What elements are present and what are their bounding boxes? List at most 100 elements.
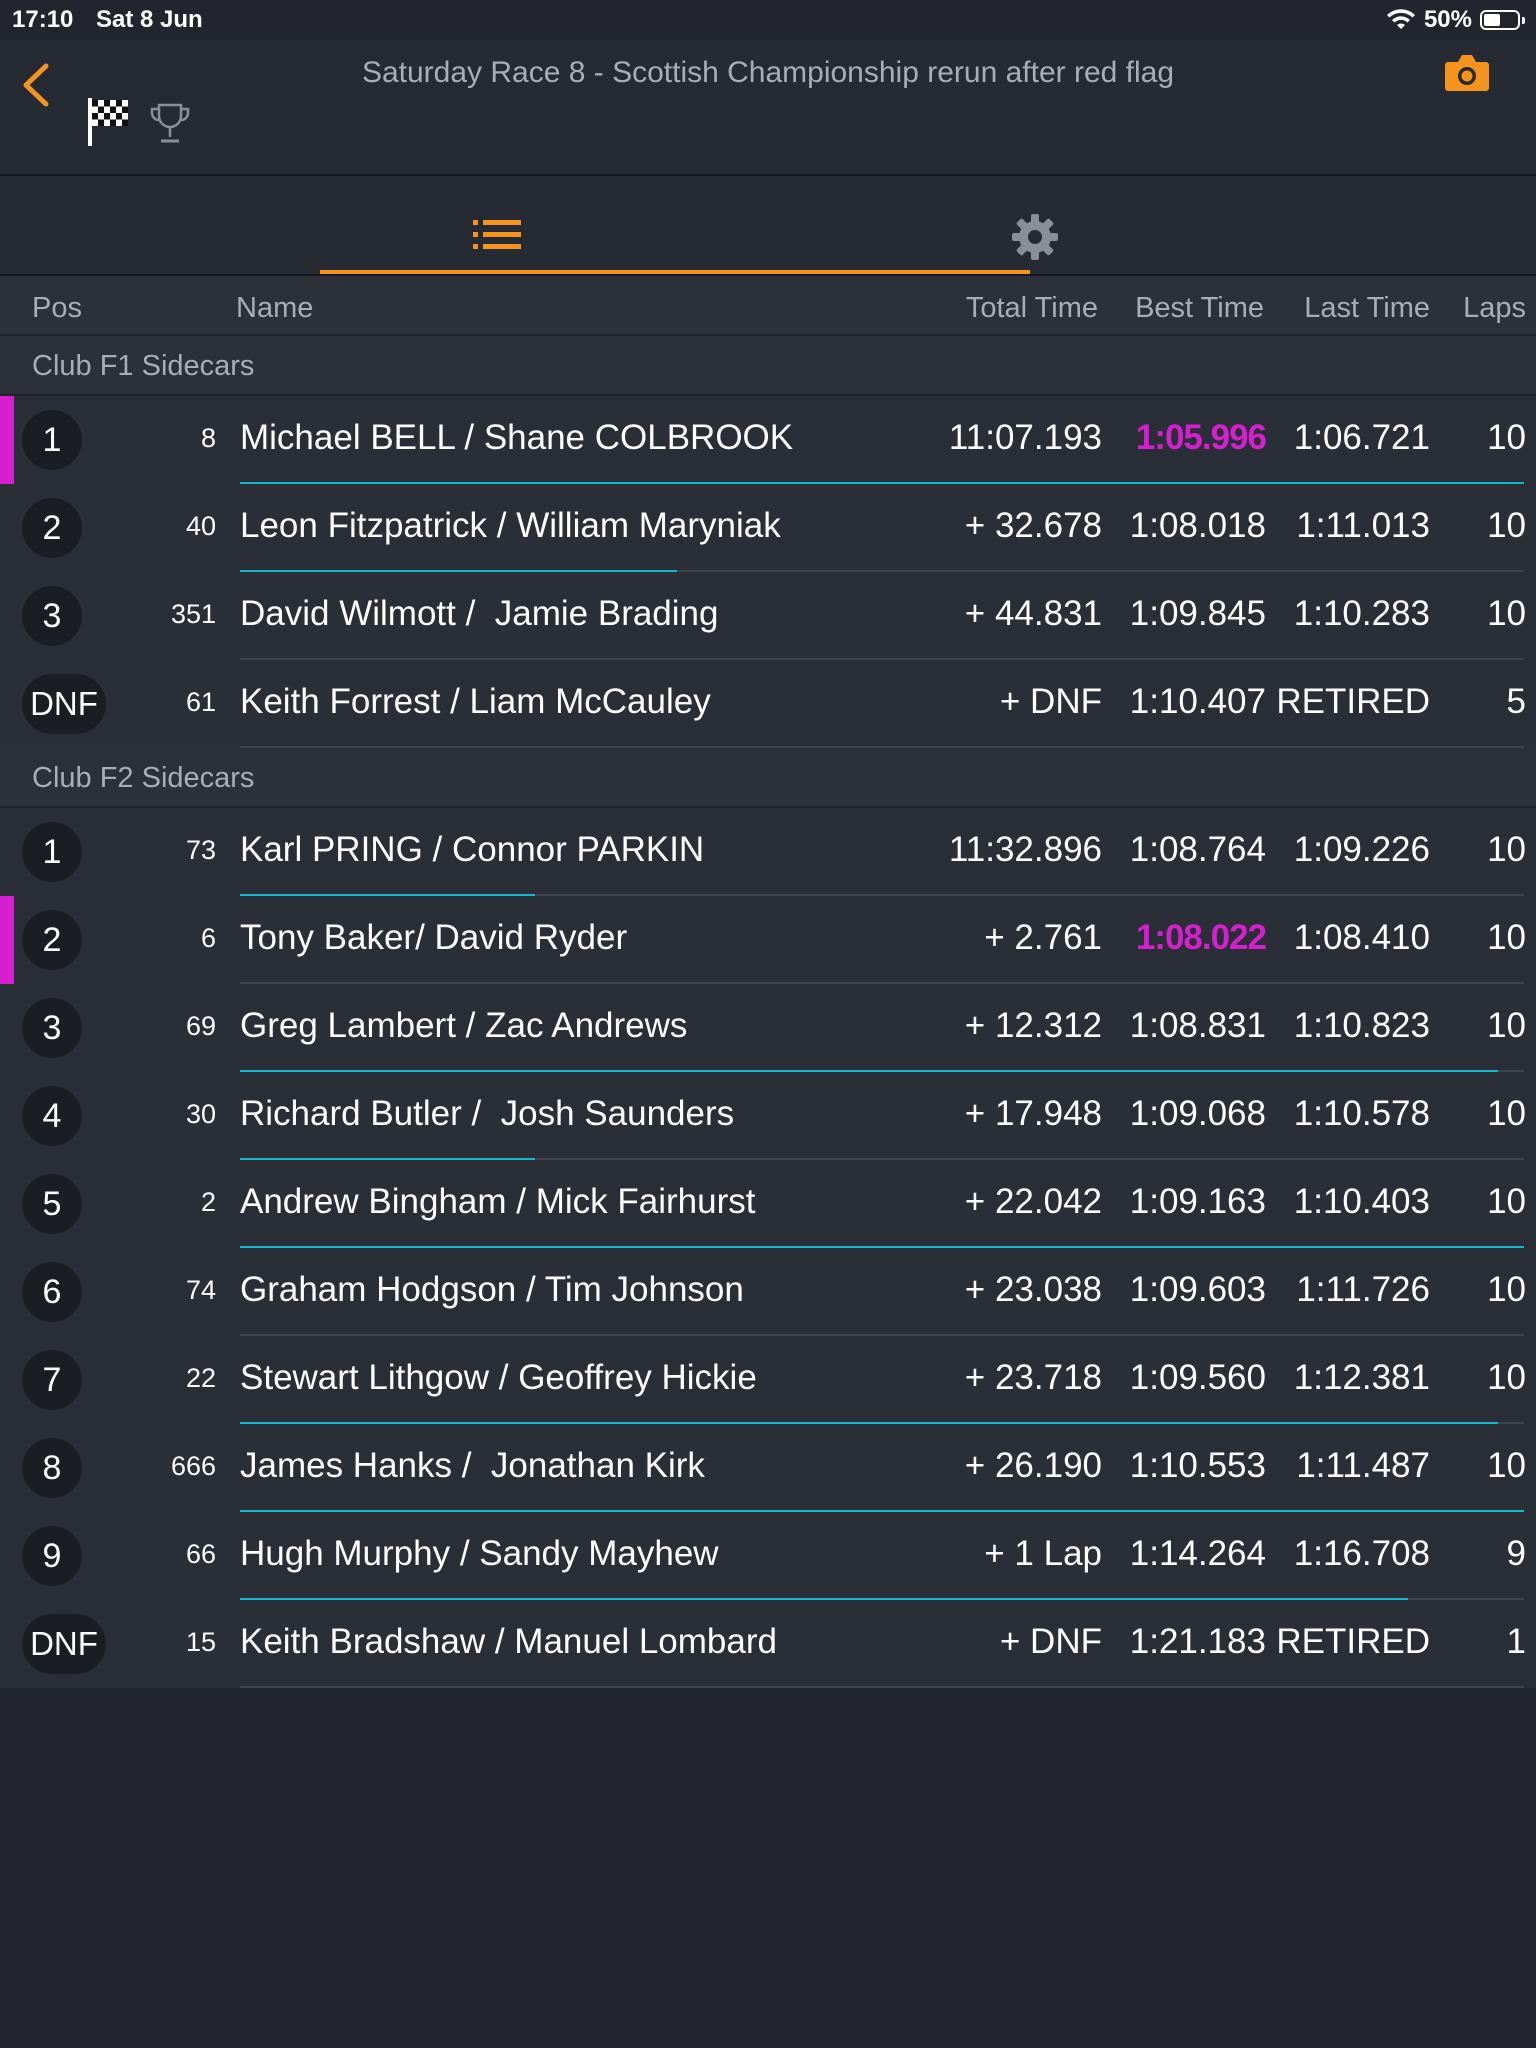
rider-names: Leon Fitzpatrick / William Maryniak [240,506,781,545]
last-time: 1:08.410 [1293,918,1430,957]
laps-count: 10 [1487,418,1526,457]
result-row[interactable]: 1 73 Karl PRING / Connor PARKIN 11:32.896 1:… [0,808,1536,896]
total-time: + 23.038 [964,1270,1102,1309]
result-row[interactable]: 7 22 Stewart Lithgow / Geoffrey Hickie + 23… [0,1336,1536,1424]
laps-count: 10 [1487,830,1526,869]
checkered-flag-icon[interactable] [86,96,132,148]
result-row[interactable]: 3 69 Greg Lambert / Zac Andrews + 12.312 1:0… [0,984,1536,1072]
result-row[interactable]: 5 2 Andrew Bingham / Mick Fairhurst + 22.04… [0,1160,1536,1248]
result-row[interactable]: 6 74 Graham Hodgson / Tim Johnson + 23.038 1… [0,1248,1536,1336]
best-time: 1:09.163 [1129,1182,1266,1221]
best-time: 1:09.560 [1129,1358,1266,1397]
best-time: 1:10.407 [1129,682,1266,721]
col-best-time[interactable]: Best Time [1135,292,1264,325]
result-row[interactable]: 9 66 Hugh Murphy / Sandy Mayhew + 1 Lap 1:14… [0,1512,1536,1600]
empty-area [0,1688,1536,2048]
best-time: 1:05.996 [1135,418,1267,457]
result-row[interactable]: 8 666 James Hanks / Jonathan Kirk + 26.190 1… [0,1424,1536,1512]
result-row[interactable]: 1 8 Michael BELL / Shane COLBROOK 11:07.193… [0,396,1536,484]
result-row[interactable]: 2 40 Leon Fitzpatrick / William Maryniak + … [0,484,1536,572]
total-time: + 23.718 [964,1358,1102,1397]
best-time: 1:08.831 [1129,1006,1266,1045]
battery-icon [1480,10,1525,30]
best-time: 1:08.022 [1135,918,1267,957]
last-time: 1:12.381 [1293,1358,1430,1397]
col-total-time[interactable]: Total Time [966,292,1098,325]
race-number: 666 [170,1451,216,1481]
last-time: 1:11.013 [1296,506,1430,545]
fastest-lap-marker [0,396,14,484]
trophy-icon[interactable] [148,102,192,146]
last-time: RETIRED [1276,682,1430,721]
best-time: 1:08.018 [1129,506,1266,545]
result-row[interactable]: 3 351 David Wilmott / Jamie Brading + 44.83… [0,572,1536,660]
col-pos[interactable]: Pos [32,292,82,325]
gear-icon[interactable] [1010,212,1060,262]
race-number: 351 [170,599,216,629]
result-row[interactable]: DNF 15 Keith Bradshaw / Manuel Lombard + DN… [0,1600,1536,1688]
best-time: 1:08.764 [1129,830,1266,869]
best-time: 1:09.068 [1129,1094,1266,1133]
total-time: + 32.678 [964,506,1102,545]
laps-count: 5 [1506,682,1526,721]
total-time: + 26.190 [964,1446,1102,1485]
race-number: 6 [200,923,216,953]
group-title: Club F1 Sidecars [32,350,255,382]
last-time: 1:09.226 [1293,830,1430,869]
position-badge: DNF [22,674,106,734]
best-time: 1:09.845 [1129,594,1266,633]
tab-active-underline [320,270,1030,274]
total-time: + 44.831 [964,594,1102,633]
total-time: + 17.948 [964,1094,1102,1133]
rider-names: Stewart Lithgow / Geoffrey Hickie [240,1358,757,1397]
race-number: 61 [185,687,216,717]
race-number: 73 [185,835,216,865]
race-number: 15 [185,1627,216,1657]
status-bar: 17:10 Sat 8 Jun 50% [0,0,1536,40]
fastest-lap-marker [0,896,14,984]
last-time: 1:06.721 [1293,418,1430,457]
last-time: 1:16.708 [1293,1534,1430,1573]
rider-names: Richard Butler / Josh Saunders [240,1094,735,1133]
last-time: 1:10.578 [1293,1094,1430,1133]
total-time: + 2.761 [984,918,1102,957]
result-row[interactable]: 2 6 Tony Baker/ David Ryder + 2.761 1:08.022… [0,896,1536,984]
result-row[interactable]: 4 30 Richard Butler / Josh Saunders + 17.94… [0,1072,1536,1160]
race-number: 22 [185,1363,216,1393]
total-time: + 1 Lap [984,1534,1102,1573]
laps-count: 1 [1506,1622,1526,1661]
col-name[interactable]: Name [236,292,313,325]
total-time: + DNF [999,682,1102,721]
laps-count: 10 [1487,1446,1526,1485]
battery-level [1484,14,1500,26]
rider-names: Graham Hodgson / Tim Johnson [240,1270,744,1309]
position-badge: 7 [22,1350,82,1410]
race-number: 8 [200,423,216,453]
race-number: 30 [185,1099,216,1129]
list-icon [473,220,521,249]
group-title: Club F2 Sidecars [32,762,255,794]
col-laps[interactable]: Laps [1463,292,1526,325]
best-time: 1:14.264 [1129,1534,1266,1573]
tab-results-list[interactable] [320,176,1030,274]
col-last-time[interactable]: Last Time [1304,292,1430,325]
group-header: Club F1 Sidecars [0,336,1536,396]
race-title: Saturday Race 8 - Scottish Championship … [361,56,1175,89]
rider-names: Hugh Murphy / Sandy Mayhew [240,1534,719,1573]
rider-names: James Hanks / Jonathan Kirk [240,1446,705,1485]
tab-bar [0,176,1536,276]
total-time: 11:32.896 [948,830,1102,869]
rider-names: Keith Forrest / Liam McCauley [240,682,711,721]
camera-icon[interactable] [1444,52,1490,92]
race-number: 2 [200,1187,216,1217]
best-time: 1:09.603 [1129,1270,1266,1309]
position-badge: 3 [22,998,82,1058]
last-time: 1:10.283 [1293,594,1430,633]
rider-names: Tony Baker/ David Ryder [240,918,628,957]
race-number: 66 [185,1539,216,1569]
race-number: 69 [185,1011,216,1041]
result-row[interactable]: DNF 61 Keith Forrest / Liam McCauley + DNF 1… [0,660,1536,748]
race-number: 40 [185,511,216,541]
total-time: 11:07.193 [948,418,1102,457]
group-header: Club F2 Sidecars [0,748,1536,808]
